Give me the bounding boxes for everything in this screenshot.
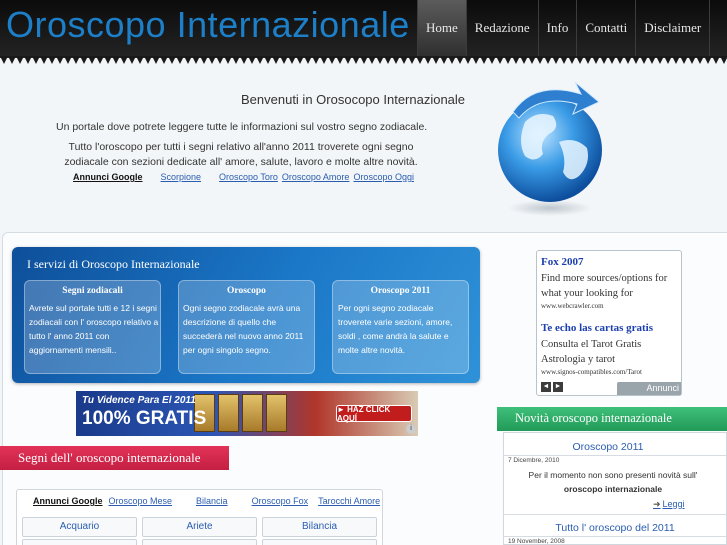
- intro-text-1: Un portale dove potrete leggere tutte le…: [56, 121, 428, 133]
- arrow-right-icon: ➜: [653, 499, 661, 509]
- service-head-segni: Segni zodiacali: [62, 286, 123, 296]
- ad-next-arrow-icon[interactable]: ►: [553, 382, 563, 392]
- news-item-title[interactable]: Oroscopo 2011: [503, 441, 713, 453]
- nav-disclaimer[interactable]: Disclaimer: [635, 0, 711, 58]
- ads-label[interactable]: Annunci Google: [73, 172, 143, 182]
- news-section-title: Novità oroscopo internazionale: [497, 407, 727, 431]
- banner-headline: Tu Vidence Para El 2011: [82, 395, 196, 406]
- ad-link-tarocchi-amore[interactable]: Tarocchi Amore: [318, 496, 380, 506]
- read-more-label[interactable]: Leggi: [663, 499, 685, 509]
- ad-info-icon[interactable]: i: [406, 424, 416, 434]
- ad-prev-arrow-icon[interactable]: ◄: [541, 382, 551, 392]
- tarot-card-image: [218, 394, 239, 432]
- banner-gratis: 100% GRATIS: [82, 408, 207, 429]
- ad-link-oroscopo-oggi[interactable]: Oroscopo Oggi: [353, 172, 414, 182]
- google-ads-row: Annunci Google Scorpione Oroscopo Toro O…: [73, 172, 432, 182]
- site-title[interactable]: Oroscopo Internazionale: [6, 4, 410, 46]
- banner-click-button[interactable]: ► HAZ CLICK AQUÍ: [336, 405, 412, 423]
- nav-contatti[interactable]: Contatti: [576, 0, 635, 58]
- nav-info[interactable]: Info: [537, 0, 577, 58]
- services-title: I servizi di Oroscopo Internazionale: [27, 257, 200, 271]
- sign-link-row2[interactable]: [22, 539, 137, 545]
- signs-section-title: Segni dell' oroscopo internazionale: [0, 446, 229, 470]
- ad-link-bilancia[interactable]: Bilancia: [196, 496, 228, 506]
- ad-url[interactable]: www.signos-compatibles.com/Tarot: [541, 368, 642, 376]
- news-item-text: Per il momento non sono presenti novità …: [528, 470, 698, 480]
- ad-body: Consulta el Tarot Gratis Astrologia y ta…: [541, 339, 642, 365]
- service-text-segni: Avrete sul portale tutti e 12 i segni zo…: [29, 303, 159, 355]
- service-text-oroscopo-2011: Per ogni segno zodiacale troverete varie…: [338, 303, 453, 355]
- ad-link-oroscopo-amore[interactable]: Oroscopo Amore: [282, 172, 350, 182]
- news-item-title[interactable]: Tutto l' oroscopo del 2011: [503, 522, 727, 534]
- sign-link-bilancia[interactable]: Bilancia: [262, 517, 377, 537]
- sign-link-row2[interactable]: [262, 539, 377, 545]
- news-item-date: 19 November, 2008: [508, 538, 565, 545]
- service-head-oroscopo: Oroscopo: [227, 286, 266, 296]
- ads-label[interactable]: Annunci Google: [33, 496, 103, 506]
- nav-home[interactable]: Home: [417, 0, 466, 58]
- service-head-oroscopo-2011: Oroscopo 2011: [370, 286, 431, 296]
- intro-text-2: Tutto l'oroscopo per tutti i segni relat…: [64, 141, 418, 168]
- nav-redazione[interactable]: Redazione: [465, 0, 538, 58]
- welcome-title: Benvenuti in Orosocopo Internazionale: [241, 92, 466, 107]
- ad-url[interactable]: www.webcrawler.com: [541, 302, 604, 310]
- ad-link-oroscopo-mese[interactable]: Oroscopo Mese: [109, 496, 173, 506]
- sign-link-acquario[interactable]: Acquario: [22, 517, 137, 537]
- ads-by-google-label[interactable]: Annunci Google: [617, 382, 681, 406]
- header-zigzag-border: [0, 56, 727, 64]
- signs-ads-row: Annunci Google Oroscopo Mese Bilancia Or…: [33, 496, 380, 506]
- news-divider: [503, 514, 727, 515]
- news-divider: [503, 455, 727, 456]
- ad-link-oroscopo-toro[interactable]: Oroscopo Toro: [219, 172, 278, 182]
- service-text-oroscopo: Ogni segno zodiacale avrà una descrizion…: [183, 303, 304, 355]
- ad-body: Find more sources/options for what your …: [541, 273, 668, 299]
- news-read-more-link[interactable]: ➜ Leggi: [653, 499, 685, 510]
- ad-link-scorpione[interactable]: Scorpione: [161, 172, 202, 182]
- tarot-card-image: [242, 394, 263, 432]
- main-nav: Home Redazione Info Contatti Disclaimer: [417, 0, 711, 58]
- ad-title[interactable]: Te echo las cartas gratis: [541, 322, 653, 334]
- ad-link-oroscopo-fox[interactable]: Oroscopo Fox: [252, 496, 309, 506]
- tarot-card-image: [266, 394, 287, 432]
- news-divider: [503, 536, 727, 537]
- news-item-keyword: oroscopo internazionale: [563, 484, 663, 494]
- ad-title[interactable]: Fox 2007: [541, 256, 583, 268]
- news-item-date: 7 Dicembre, 2010: [508, 457, 560, 464]
- globe-icon: [498, 81, 602, 216]
- sign-link-ariete[interactable]: Ariete: [142, 517, 257, 537]
- sign-link-row2[interactable]: [142, 539, 257, 545]
